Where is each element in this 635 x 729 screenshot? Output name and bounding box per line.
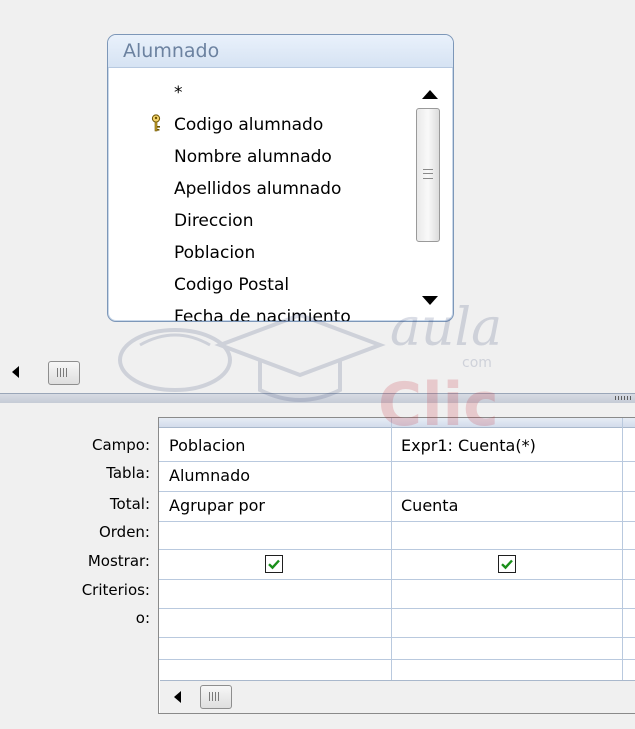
field-list-scrollbar[interactable] xyxy=(413,81,443,311)
row-label-orden: Orden: xyxy=(98,523,150,541)
scroll-up-arrow-icon[interactable] xyxy=(422,90,438,99)
grip-icon xyxy=(423,169,433,179)
field-label: Apellidos alumnado xyxy=(174,179,342,199)
cell-table-col1[interactable]: Alumnado xyxy=(169,465,250,487)
field-item-apellidos-alumnado[interactable]: Apellidos alumnado xyxy=(174,177,341,201)
row-divider xyxy=(159,461,635,462)
field-label: Codigo alumnado xyxy=(174,115,324,135)
table-title[interactable]: Alumnado xyxy=(108,35,453,68)
row-divider xyxy=(159,637,635,638)
field-item-all[interactable]: * xyxy=(174,81,183,105)
field-label: Poblacion xyxy=(174,243,256,263)
grip-icon xyxy=(209,692,221,701)
splitter-grip-icon xyxy=(615,396,633,400)
query-grid: Poblacion Alumnado Agrupar por Expr1: Cu… xyxy=(158,417,635,714)
column-selector-3[interactable] xyxy=(623,418,635,428)
show-checkbox-col1[interactable] xyxy=(265,555,283,573)
grip-icon xyxy=(57,368,69,377)
scroll-thumb[interactable] xyxy=(416,108,440,242)
field-label: Direccion xyxy=(174,211,254,231)
row-label-mostrar: Mostrar: xyxy=(87,552,150,570)
scroll-left-arrow-icon[interactable] xyxy=(174,691,181,703)
row-label-criterios: Criterios: xyxy=(81,581,150,599)
row-divider xyxy=(159,521,635,522)
row-label-total: Total: xyxy=(109,495,150,513)
field-item-codigo-alumnado[interactable]: Codigo alumnado xyxy=(174,113,323,137)
table-alumnado-window[interactable]: Alumnado * Codigo alumnado Nombre alumna… xyxy=(107,34,454,322)
hscroll-thumb[interactable] xyxy=(200,685,232,709)
primary-key-icon xyxy=(151,114,161,132)
field-item-direccion[interactable]: Direccion xyxy=(174,209,253,233)
field-item-poblacion[interactable]: Poblacion xyxy=(174,241,255,265)
aulaclic-watermark-logo: aula com Clic xyxy=(118,298,502,440)
field-label: * xyxy=(174,83,183,103)
svg-text:com: com xyxy=(462,355,492,371)
scroll-left-arrow-icon[interactable] xyxy=(12,366,19,378)
cell-total-col1[interactable]: Agrupar por xyxy=(169,495,265,517)
show-checkbox-col2[interactable] xyxy=(498,555,516,573)
field-item-nombre-alumnado[interactable]: Nombre alumnado xyxy=(174,145,332,169)
grid-hscrollbar[interactable] xyxy=(160,680,635,713)
row-divider xyxy=(159,579,635,580)
row-label-tabla: Tabla: xyxy=(106,464,150,482)
row-divider xyxy=(159,659,635,660)
query-design-grid-pane: Campo: Tabla: Total: Orden: Mostrar: Cri… xyxy=(0,403,635,729)
row-divider xyxy=(159,608,635,609)
row-divider xyxy=(159,549,635,550)
field-label: Nombre alumnado xyxy=(174,147,332,167)
svg-text:aula: aula xyxy=(390,298,502,358)
svg-text:Clic: Clic xyxy=(378,370,499,440)
row-label-o: o: xyxy=(135,609,150,627)
row-divider xyxy=(159,491,635,492)
cell-total-col2[interactable]: Cuenta xyxy=(401,495,458,517)
hscroll-thumb[interactable] xyxy=(48,361,80,385)
